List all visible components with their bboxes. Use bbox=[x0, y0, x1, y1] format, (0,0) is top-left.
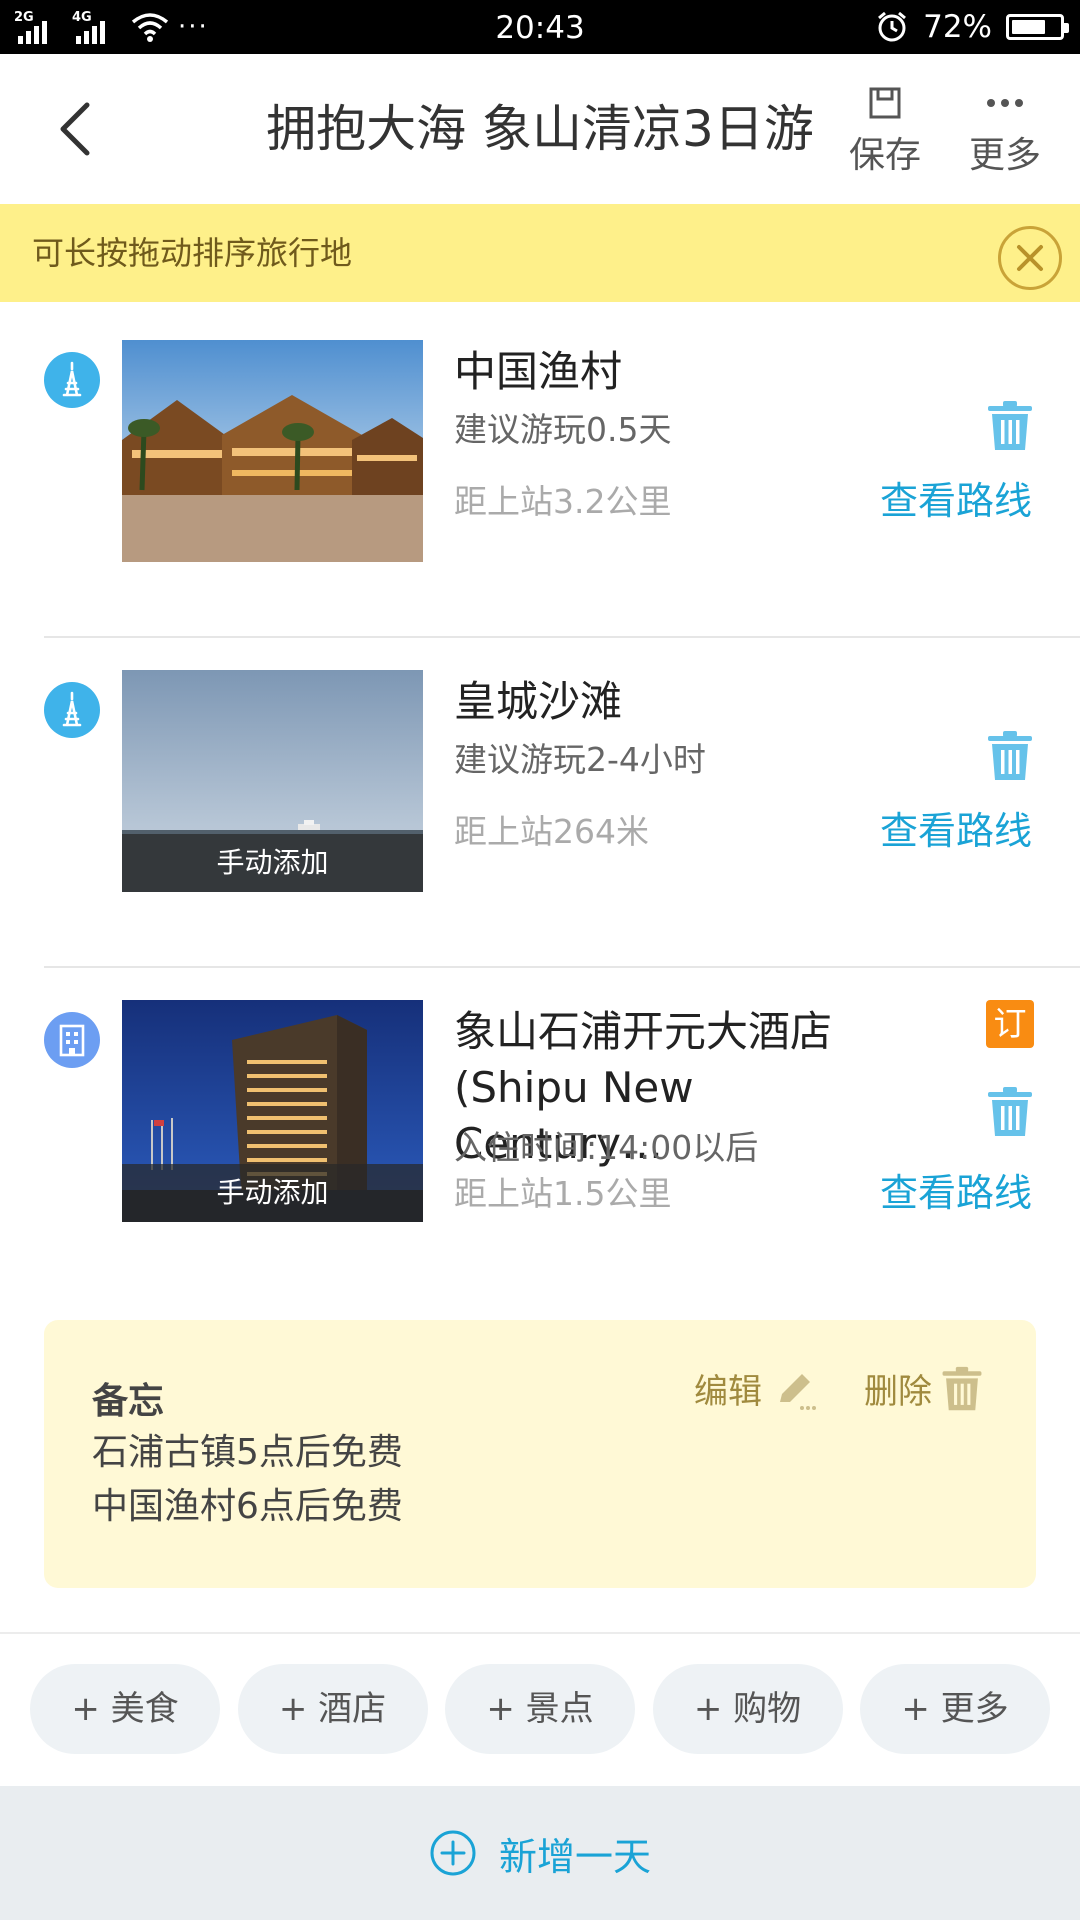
add-shopping-button[interactable]: + 购物 bbox=[652, 1664, 843, 1754]
manually-added-tag: 手动添加 bbox=[122, 1164, 423, 1222]
chevron-left-icon bbox=[60, 102, 90, 156]
delete-memo-button[interactable]: 删除 bbox=[864, 1364, 984, 1413]
status-right: 72% bbox=[875, 8, 1069, 46]
distance-from-previous: 距上站264米 bbox=[454, 812, 649, 851]
close-tip-button[interactable] bbox=[998, 226, 1062, 290]
save-button[interactable]: 保存 bbox=[830, 78, 940, 184]
battery-fill bbox=[1012, 20, 1046, 34]
battery-percent: 72% bbox=[923, 9, 992, 45]
delete-trash-icon[interactable] bbox=[986, 1086, 1034, 1138]
more-label: 更多 bbox=[968, 135, 1041, 176]
distance-from-previous: 距上站3.2公里 bbox=[454, 482, 672, 521]
pencil-icon bbox=[780, 1373, 816, 1410]
fishing-village-image bbox=[122, 340, 423, 562]
memo-card: 备忘 石浦古镇5点后免费 中国渔村6点后免费 编辑 删除 bbox=[44, 1320, 1036, 1588]
checkin-time: 入住时间:14:00以后 bbox=[454, 1128, 759, 1167]
view-route-link[interactable]: 查看路线 bbox=[880, 476, 1032, 526]
book-badge[interactable]: 订 bbox=[986, 1000, 1034, 1048]
divider bbox=[0, 1632, 1080, 1634]
save-label: 保存 bbox=[848, 135, 921, 176]
suggested-duration: 建议游玩2-4小时 bbox=[454, 740, 706, 779]
attraction-tower-icon bbox=[44, 352, 100, 408]
plus-circle-icon bbox=[430, 1830, 476, 1876]
page-title: 拥抱大海 象山清凉3日游 bbox=[266, 100, 814, 158]
suggested-duration: 建议游玩0.5天 bbox=[454, 410, 672, 449]
place-name: 皇城沙滩 bbox=[454, 677, 623, 726]
attraction-tower-icon bbox=[44, 682, 100, 738]
delete-trash-icon[interactable] bbox=[986, 730, 1034, 782]
itinerary-item[interactable]: 手动添加 皇城沙滩 建议游玩2-4小时 距上站264米 查看路线 bbox=[0, 638, 1080, 968]
header: 拥抱大海 象山清凉3日游 保存 更多 bbox=[0, 54, 1080, 204]
view-route-link[interactable]: 查看路线 bbox=[880, 1168, 1032, 1218]
manually-added-tag: 手动添加 bbox=[122, 834, 423, 892]
place-photo[interactable]: 手动添加 bbox=[122, 670, 423, 892]
add-day-button[interactable]: 新增一天 bbox=[0, 1786, 1080, 1920]
memo-line: 中国渔村6点后免费 bbox=[92, 1486, 403, 1527]
itinerary-item[interactable]: 中国渔村 建议游玩0.5天 距上站3.2公里 查看路线 bbox=[0, 308, 1080, 638]
place-photo[interactable] bbox=[122, 340, 423, 562]
add-food-button[interactable]: + 美食 bbox=[30, 1664, 220, 1754]
memo-title: 备忘 bbox=[92, 1381, 165, 1422]
view-route-link[interactable]: 查看路线 bbox=[880, 806, 1032, 856]
add-more-button[interactable]: + 更多 bbox=[860, 1664, 1050, 1754]
hotel-building-icon bbox=[44, 1012, 100, 1068]
more-button[interactable]: 更多 bbox=[950, 78, 1060, 184]
itinerary-item[interactable]: 手动添加 象山石浦开元大酒店 (Shipu New Century… 订 入住时… bbox=[0, 968, 1080, 1298]
add-day-label: 新增一天 bbox=[498, 1834, 651, 1879]
trash-icon bbox=[942, 1366, 982, 1410]
alarm-icon bbox=[878, 11, 907, 42]
place-photo[interactable]: 手动添加 bbox=[122, 1000, 423, 1222]
place-name-line: 象山石浦开元大酒店 bbox=[454, 1007, 833, 1056]
save-icon bbox=[869, 87, 901, 119]
more-dots-icon bbox=[987, 99, 1023, 107]
status-bar: 2G 4G ··· 20:43 72% bbox=[0, 0, 1080, 54]
battery-icon bbox=[1006, 14, 1069, 40]
quick-add-row: + 美食 + 酒店 + 景点 + 购物 + 更多 bbox=[30, 1664, 1050, 1754]
delete-label: 删除 bbox=[864, 1372, 932, 1412]
edit-label: 编辑 bbox=[694, 1372, 762, 1412]
add-attraction-button[interactable]: + 景点 bbox=[445, 1664, 635, 1754]
close-icon bbox=[1017, 245, 1043, 271]
place-name: 中国渔村 bbox=[454, 347, 623, 396]
delete-trash-icon[interactable] bbox=[986, 400, 1034, 452]
edit-memo-button[interactable]: 编辑 bbox=[694, 1364, 818, 1413]
back-button[interactable] bbox=[40, 94, 110, 164]
reorder-tip-banner: 可长按拖动排序旅行地 bbox=[0, 204, 1080, 302]
distance-from-previous: 距上站1.5公里 bbox=[454, 1174, 672, 1213]
memo-line: 石浦古镇5点后免费 bbox=[92, 1432, 403, 1473]
add-hotel-button[interactable]: + 酒店 bbox=[237, 1664, 428, 1754]
tip-text: 可长按拖动排序旅行地 bbox=[32, 234, 353, 272]
